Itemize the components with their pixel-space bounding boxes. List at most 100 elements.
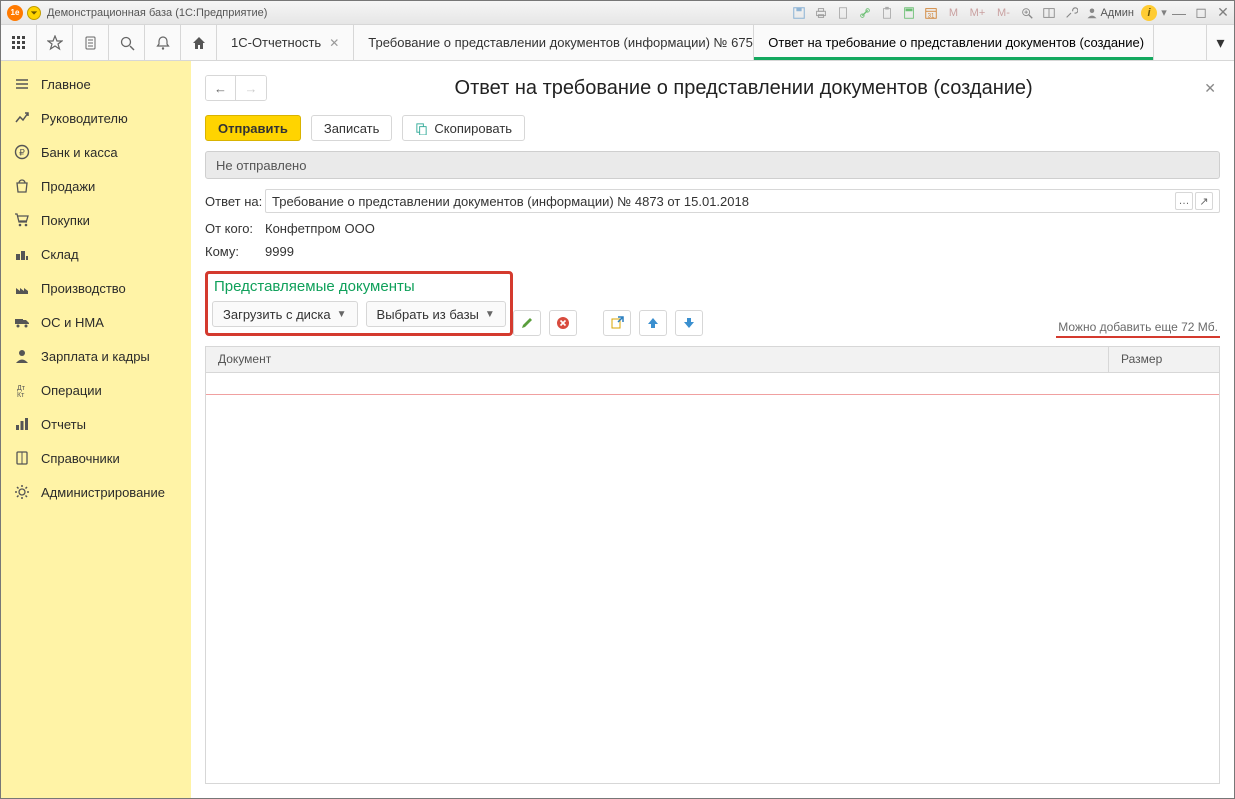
reply-to-picker-icon[interactable]: … (1175, 192, 1193, 210)
sidebar-item-assets[interactable]: ОС и НМА (1, 305, 191, 339)
sidebar-item-production[interactable]: Производство (1, 271, 191, 305)
panel-icon[interactable] (1038, 3, 1060, 23)
reply-to-label: Ответ на: (205, 194, 265, 209)
sidebar-label: Главное (41, 77, 91, 92)
sidebar-item-bank[interactable]: ₽Банк и касса (1, 135, 191, 169)
calendar-icon[interactable]: 31 (920, 3, 942, 23)
table-row[interactable] (206, 373, 1219, 395)
sidebar-item-hr[interactable]: Зарплата и кадры (1, 339, 191, 373)
m-indicator[interactable]: M (942, 3, 964, 23)
info-button[interactable]: i (1138, 3, 1160, 23)
tab-response[interactable]: Ответ на требование о представлении доку… (754, 25, 1154, 60)
app-logo-icon: 1e (7, 5, 23, 21)
favorites-icon[interactable] (37, 25, 73, 60)
sidebar-item-reports[interactable]: Отчеты (1, 407, 191, 441)
sidebar-label: Руководителю (41, 111, 128, 126)
cart-icon (13, 211, 31, 229)
save-icon[interactable] (788, 3, 810, 23)
status-bar: Не отправлено (205, 151, 1220, 179)
m-minus-indicator[interactable]: M- (990, 3, 1016, 23)
nav-buttons: ← → (205, 75, 267, 101)
delete-button[interactable] (549, 310, 577, 336)
move-down-button[interactable] (675, 310, 703, 336)
sidebar-item-manager[interactable]: Руководителю (1, 101, 191, 135)
bag-icon (13, 177, 31, 195)
home-button[interactable] (181, 25, 217, 60)
person-icon (13, 347, 31, 365)
tabs-overflow-icon[interactable]: ▾ (1206, 25, 1234, 60)
tab-requirement[interactable]: Требование о представлении документов (и… (354, 25, 754, 60)
tab-reporting[interactable]: 1С-Отчетность ✕ (217, 25, 354, 60)
tools-icon[interactable] (1060, 3, 1082, 23)
move-up-button[interactable] (639, 310, 667, 336)
sidebar-item-warehouse[interactable]: Склад (1, 237, 191, 271)
col-size[interactable]: Размер (1109, 347, 1219, 372)
nav-forward-button[interactable]: → (236, 76, 266, 100)
sidebar-item-operations[interactable]: ДтКтОперации (1, 373, 191, 407)
zoom-icon[interactable] (1016, 3, 1038, 23)
edit-button[interactable] (513, 310, 541, 336)
clipboard-icon[interactable] (876, 3, 898, 23)
sidebar-item-admin[interactable]: Администрирование (1, 475, 191, 509)
col-document[interactable]: Документ (206, 347, 1109, 372)
doc-icon[interactable] (832, 3, 854, 23)
calc-icon[interactable] (898, 3, 920, 23)
apps-grid-icon[interactable] (1, 25, 37, 60)
write-button[interactable]: Записать (311, 115, 393, 141)
svg-text:31: 31 (928, 12, 935, 19)
sidebar-label: Операции (41, 383, 102, 398)
quota-text: Можно добавить еще 72 Мб. (1056, 319, 1220, 338)
page-title: Ответ на требование о представлении доку… (287, 77, 1200, 100)
sidebar-label: Склад (41, 247, 79, 262)
titlebar: 1e Демонстрационная база (1С:Предприятие… (1, 1, 1234, 25)
close-button[interactable]: ✕ (1212, 3, 1234, 23)
sidebar-label: Отчеты (41, 417, 86, 432)
copy-button[interactable]: Скопировать (402, 115, 525, 141)
ruble-icon: ₽ (13, 143, 31, 161)
sidebar-label: ОС и НМА (41, 315, 104, 330)
titlebar-dropdown-icon[interactable] (27, 6, 41, 20)
history-icon[interactable] (73, 25, 109, 60)
minimize-button[interactable]: — (1168, 3, 1190, 23)
open-item-button[interactable] (603, 310, 631, 336)
m-plus-indicator[interactable]: M+ (964, 3, 990, 23)
highlighted-commands: Представляемые документы Загрузить с дис… (205, 271, 513, 336)
app-toolbar: 1С-Отчетность ✕ Требование о представлен… (1, 25, 1234, 61)
sidebar-item-catalogs[interactable]: Справочники (1, 441, 191, 475)
sidebar-item-main[interactable]: Главное (1, 67, 191, 101)
search-icon[interactable] (109, 25, 145, 60)
link-icon[interactable] (854, 3, 876, 23)
tab-label: 1С-Отчетность (231, 35, 321, 50)
gear-icon (13, 483, 31, 501)
to-value: 9999 (265, 244, 294, 259)
load-from-disk-label: Загрузить с диска (223, 307, 331, 322)
sidebar-item-sales[interactable]: Продажи (1, 169, 191, 203)
menu-icon (13, 75, 31, 93)
pick-from-base-button[interactable]: Выбрать из базы ▼ (366, 301, 506, 327)
app-title: Демонстрационная база (1С:Предприятие) (47, 7, 267, 19)
send-button[interactable]: Отправить (205, 115, 301, 141)
print-icon[interactable] (810, 3, 832, 23)
sidebar-label: Зарплата и кадры (41, 349, 150, 364)
bell-icon[interactable] (145, 25, 181, 60)
sidebar-item-purchases[interactable]: Покупки (1, 203, 191, 237)
page-close-button[interactable]: ✕ (1200, 80, 1220, 97)
tab-close-icon[interactable]: ✕ (1152, 36, 1154, 50)
copy-label: Скопировать (434, 121, 512, 136)
user-menu[interactable]: Админ (1082, 7, 1138, 19)
tab-label: Требование о представлении документов (и… (368, 35, 754, 50)
reply-to-open-icon[interactable]: ↗ (1195, 192, 1213, 210)
command-bar: Отправить Записать Скопировать (205, 115, 1220, 141)
chart-icon (13, 415, 31, 433)
maximize-button[interactable]: ◻ (1190, 3, 1212, 23)
svg-text:Дт: Дт (17, 385, 26, 392)
reply-to-value: Требование о представлении документов (и… (272, 194, 749, 209)
tab-close-icon[interactable]: ✕ (329, 36, 339, 50)
nav-back-button[interactable]: ← (206, 76, 236, 100)
reply-to-input[interactable]: Требование о представлении документов (и… (265, 189, 1220, 213)
warehouse-icon (13, 245, 31, 263)
truck-icon (13, 313, 31, 331)
load-from-disk-button[interactable]: Загрузить с диска ▼ (212, 301, 358, 327)
table-body[interactable] (206, 373, 1219, 783)
to-label: Кому: (205, 244, 265, 259)
